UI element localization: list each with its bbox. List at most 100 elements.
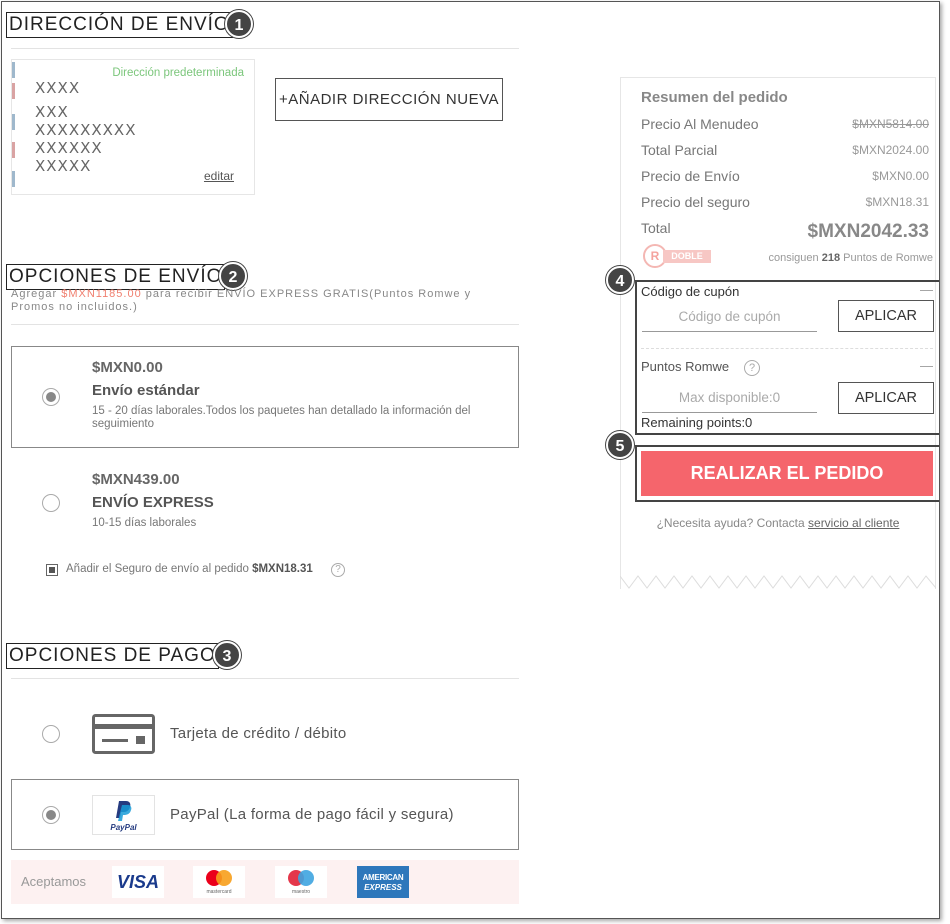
insurance-text: Añadir el Seguro de envío al pedido <box>66 563 253 575</box>
summary-label: Total Parcial <box>641 142 718 158</box>
help-text: ¿Necesita ayuda? Contacta servicio al cl… <box>620 516 936 530</box>
radio-standard[interactable] <box>42 388 60 406</box>
points-text: consiguen <box>768 252 822 264</box>
collapse-icon[interactable]: — <box>920 282 933 297</box>
address-card[interactable]: Dirección predeterminada XXXX XXX XXXXXX… <box>11 59 255 195</box>
step-badge-2: 2 <box>219 262 247 290</box>
paypal-logo-text: PayPal <box>110 823 137 832</box>
step-badge-1: 1 <box>225 10 253 38</box>
remaining-points: Remaining points:0 <box>641 415 753 430</box>
coupon-title: Código de cupón <box>641 284 740 299</box>
apply-coupon-button[interactable]: APLICAR <box>838 300 934 332</box>
divider <box>11 678 519 679</box>
summary-row-total: Total $MXN2042.33 <box>641 220 929 242</box>
amex-logo: AMERICAN EXPRESS <box>357 866 409 898</box>
collapse-icon[interactable]: — <box>920 358 933 373</box>
total-value: $MXN2042.33 <box>807 221 929 242</box>
amex-text: AMERICAN <box>362 873 404 882</box>
summary-row-retail: Precio Al Menudeo $MXN5814.00 <box>641 116 929 132</box>
order-summary-title: Resumen del pedido <box>641 89 788 106</box>
summary-row-insurance: Precio del seguro $MXN18.31 <box>641 194 929 210</box>
address-line: XXX <box>35 103 69 121</box>
paypal-p-icon <box>116 801 132 821</box>
summary-value: $MXN2024.00 <box>852 143 929 157</box>
total-label: Total <box>641 220 671 236</box>
step-badge-4: 4 <box>606 266 634 294</box>
points-input[interactable] <box>642 383 817 413</box>
double-points-text: DOBLE <box>663 250 711 263</box>
address-stripe <box>12 171 15 187</box>
credit-card-icon <box>92 714 155 754</box>
free-shipping-notice: Agregar $MXN1185.00 para recibir ENVÍO E… <box>11 288 511 314</box>
step-badge-3: 3 <box>213 641 241 669</box>
coupon-input[interactable] <box>642 302 817 332</box>
summary-row-subtotal: Total Parcial $MXN2024.00 <box>641 142 929 158</box>
notice-text: Agregar <box>11 288 62 300</box>
points-value: 218 <box>821 252 841 264</box>
insurance-amount: $MXN18.31 <box>252 563 313 575</box>
points-text: Puntos de Romwe <box>840 252 933 264</box>
accepted-cards-strip: Aceptamos VISA mastercard maestro AMERIC… <box>11 860 519 904</box>
apply-points-button[interactable]: APLICAR <box>838 382 934 414</box>
address-line: XXXXXX <box>35 139 103 157</box>
step-badge-5: 5 <box>606 431 634 459</box>
summary-label: Precio de Envío <box>641 168 740 184</box>
shipping-method-name: ENVÍO EXPRESS <box>92 494 214 511</box>
radio-credit-card[interactable] <box>42 725 60 743</box>
summary-row-shipping: Precio de Envío $MXN0.00 <box>641 168 929 184</box>
points-earned: consiguen 218 Puntos de Romwe <box>768 252 933 264</box>
insurance-checkbox[interactable] <box>46 564 58 576</box>
summary-label: Precio del seguro <box>641 194 750 210</box>
place-order-button[interactable]: REALIZAR EL PEDIDO <box>641 451 933 496</box>
receipt-zigzag-edge <box>620 575 936 589</box>
payment-option-card[interactable]: Tarjeta de crédito / débito <box>11 699 519 767</box>
mastercard-text: mastercard <box>206 889 232 895</box>
shipping-option-standard[interactable]: $MXN0.00 Envío estándar 15 - 20 días lab… <box>11 346 519 448</box>
mastercard-logo: mastercard <box>193 866 245 898</box>
mastercard-circles-icon <box>206 870 232 886</box>
shipping-method-name: Envío estándar <box>92 382 200 399</box>
help-icon[interactable]: ? <box>331 563 345 577</box>
radio-paypal[interactable] <box>42 806 60 824</box>
add-address-button[interactable]: +AÑADIR DIRECCIÓN NUEVA <box>275 78 503 121</box>
address-stripe <box>12 142 15 158</box>
divider <box>11 48 519 49</box>
shipping-options-title: OPCIONES DE ENVÍO <box>6 264 226 290</box>
payment-label: PayPal (La forma de pago fácil y segura) <box>170 806 454 823</box>
shipping-address-title: DIRECCIÓN DE ENVÍO <box>6 12 233 38</box>
payment-option-paypal[interactable]: PayPal PayPal (La forma de pago fácil y … <box>11 779 519 850</box>
notice-amount: $MXN1185.00 <box>61 288 142 300</box>
summary-value: $MXN5814.00 <box>852 117 929 131</box>
address-line: XXXX <box>35 79 81 97</box>
default-address-tag: Dirección predeterminada <box>112 67 244 79</box>
dashed-divider <box>641 348 933 349</box>
address-stripe <box>12 83 15 99</box>
address-stripe <box>12 114 15 130</box>
maestro-logo: maestro <box>275 866 327 898</box>
double-points-badge: R DOBLE <box>643 244 713 269</box>
summary-value: $MXN0.00 <box>872 169 929 183</box>
help-icon[interactable]: ? <box>744 360 760 376</box>
shipping-method-desc: 10-15 días laborales <box>92 517 197 529</box>
divider <box>11 324 519 325</box>
payment-label: Tarjeta de crédito / débito <box>170 725 347 742</box>
summary-label: Precio Al Menudeo <box>641 116 759 132</box>
insurance-label: Añadir el Seguro de envío al pedido $MXN… <box>66 563 313 575</box>
shipping-option-express[interactable]: $MXN439.00 ENVÍO EXPRESS 10-15 días labo… <box>11 458 519 542</box>
summary-value: $MXN18.31 <box>865 195 929 209</box>
address-stripe <box>12 62 15 78</box>
paypal-logo: PayPal <box>92 795 155 835</box>
checkout-page: DIRECCIÓN DE ENVÍO 1 Dirección predeterm… <box>1 1 940 919</box>
shipping-price: $MXN0.00 <box>92 359 163 376</box>
maestro-text: maestro <box>291 889 311 895</box>
accepted-label: Aceptamos <box>21 874 87 889</box>
visa-text: VISA <box>116 872 159 892</box>
payment-options-title: OPCIONES DE PAGO <box>6 643 219 669</box>
edit-address-link[interactable]: editar <box>204 169 234 183</box>
help-prefix: ¿Necesita ayuda? Contacta <box>656 516 809 530</box>
address-line: XXXXXXXXX <box>35 121 137 139</box>
customer-service-link[interactable]: servicio al cliente <box>808 516 899 530</box>
radio-express[interactable] <box>42 494 60 512</box>
maestro-circles-icon <box>288 870 314 886</box>
amex-text: EXPRESS <box>364 883 402 892</box>
